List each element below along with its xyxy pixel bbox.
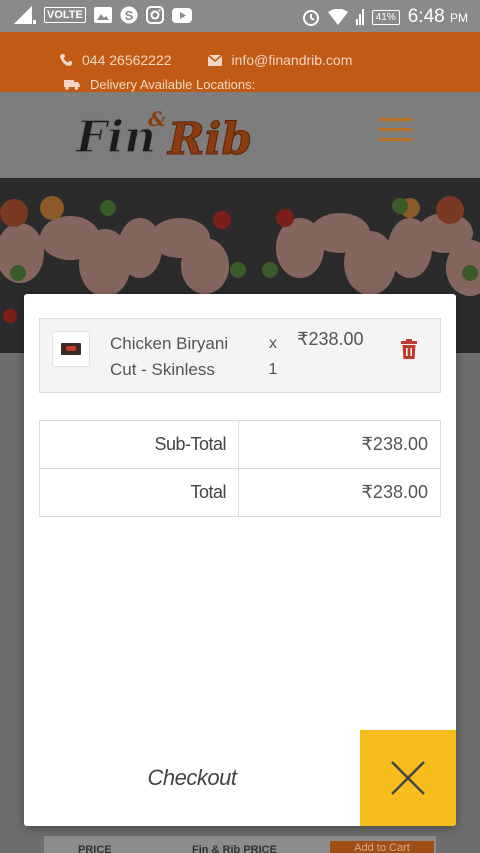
battery-indicator: 41% xyxy=(371,9,400,25)
cart-item: Chicken Biryani Cut - Skinless x 1 ₹238.… xyxy=(39,318,441,393)
truck-icon xyxy=(64,80,80,90)
hamburger-line xyxy=(378,118,412,121)
total-row: Total ₹238.00 xyxy=(39,468,441,517)
phone-link[interactable]: 044 26562222 xyxy=(60,52,172,68)
add-to-cart-button[interactable]: Add to Cart xyxy=(330,841,434,853)
total-label: Total xyxy=(39,468,239,517)
hamburger-line xyxy=(378,128,412,131)
phone-number: 044 26562222 xyxy=(82,52,172,68)
signal-icon xyxy=(14,6,36,24)
signal-bars-icon xyxy=(355,9,364,25)
close-icon xyxy=(391,761,425,795)
svg-text:Rib: Rib xyxy=(166,114,252,164)
status-bar: VOLTE S 41% 6:48 PM xyxy=(0,0,480,32)
subtotal-label: Sub-Total xyxy=(39,420,239,469)
cart-totals-table: Sub-Total ₹238.00 Total ₹238.00 xyxy=(39,420,441,517)
total-value: ₹238.00 xyxy=(238,468,441,517)
skype-icon: S xyxy=(120,6,138,24)
alarm-icon xyxy=(302,10,319,26)
delivery-label: Delivery Available Locations: xyxy=(90,77,256,92)
fin-rib-price-label: Fin & Rib PRICE xyxy=(192,844,277,853)
subtotal-row: Sub-Total ₹238.00 xyxy=(39,420,441,469)
youtube-icon xyxy=(171,7,192,23)
svg-text:S: S xyxy=(125,8,134,23)
contact-bar: 044 26562222 info@finandrib.com Delivery… xyxy=(0,32,480,92)
envelope-icon xyxy=(207,54,222,66)
product-thumbnail[interactable] xyxy=(52,331,90,367)
image-icon xyxy=(93,7,112,23)
phone-icon xyxy=(60,54,72,66)
trash-icon[interactable] xyxy=(400,339,418,359)
clock: 6:48 PM xyxy=(408,6,468,28)
wifi-icon xyxy=(327,9,348,25)
email-address: info@finandrib.com xyxy=(231,52,353,68)
quantity-multiplier: x xyxy=(269,335,277,352)
cart-modal: Chicken Biryani Cut - Skinless x 1 ₹238.… xyxy=(24,294,456,826)
site-header: Fin & Rib xyxy=(0,92,480,178)
clock-time: 6:48 xyxy=(407,6,445,27)
menu-toggle-button[interactable] xyxy=(378,118,412,142)
checkout-button[interactable]: Checkout xyxy=(24,730,360,826)
svg-text:Fin: Fin xyxy=(74,112,156,163)
volte-badge: VOLTE xyxy=(44,7,86,23)
product-row-peek: PRICE Fin & Rib PRICE Add to Cart xyxy=(0,826,480,853)
product-image xyxy=(61,343,81,355)
close-modal-button[interactable] xyxy=(360,730,456,826)
quantity-value: 1 xyxy=(268,361,278,378)
email-link[interactable]: info@finandrib.com xyxy=(207,52,353,68)
delivery-locations[interactable]: Delivery Available Locations: xyxy=(64,77,255,92)
clock-ampm: PM xyxy=(450,11,468,25)
fin-and-rib-logo[interactable]: Fin & Rib xyxy=(74,102,254,164)
modal-footer: Checkout xyxy=(24,730,456,826)
price-label: PRICE xyxy=(78,844,112,853)
cart-item-quantity: x 1 xyxy=(266,331,280,383)
cart-item-name[interactable]: Chicken Biryani Cut - Skinless xyxy=(110,331,250,383)
svg-text:&: & xyxy=(148,107,166,131)
subtotal-value: ₹238.00 xyxy=(238,420,441,469)
instagram-icon xyxy=(145,6,164,24)
cart-item-price: ₹238.00 xyxy=(297,329,364,349)
hamburger-line xyxy=(378,138,412,141)
